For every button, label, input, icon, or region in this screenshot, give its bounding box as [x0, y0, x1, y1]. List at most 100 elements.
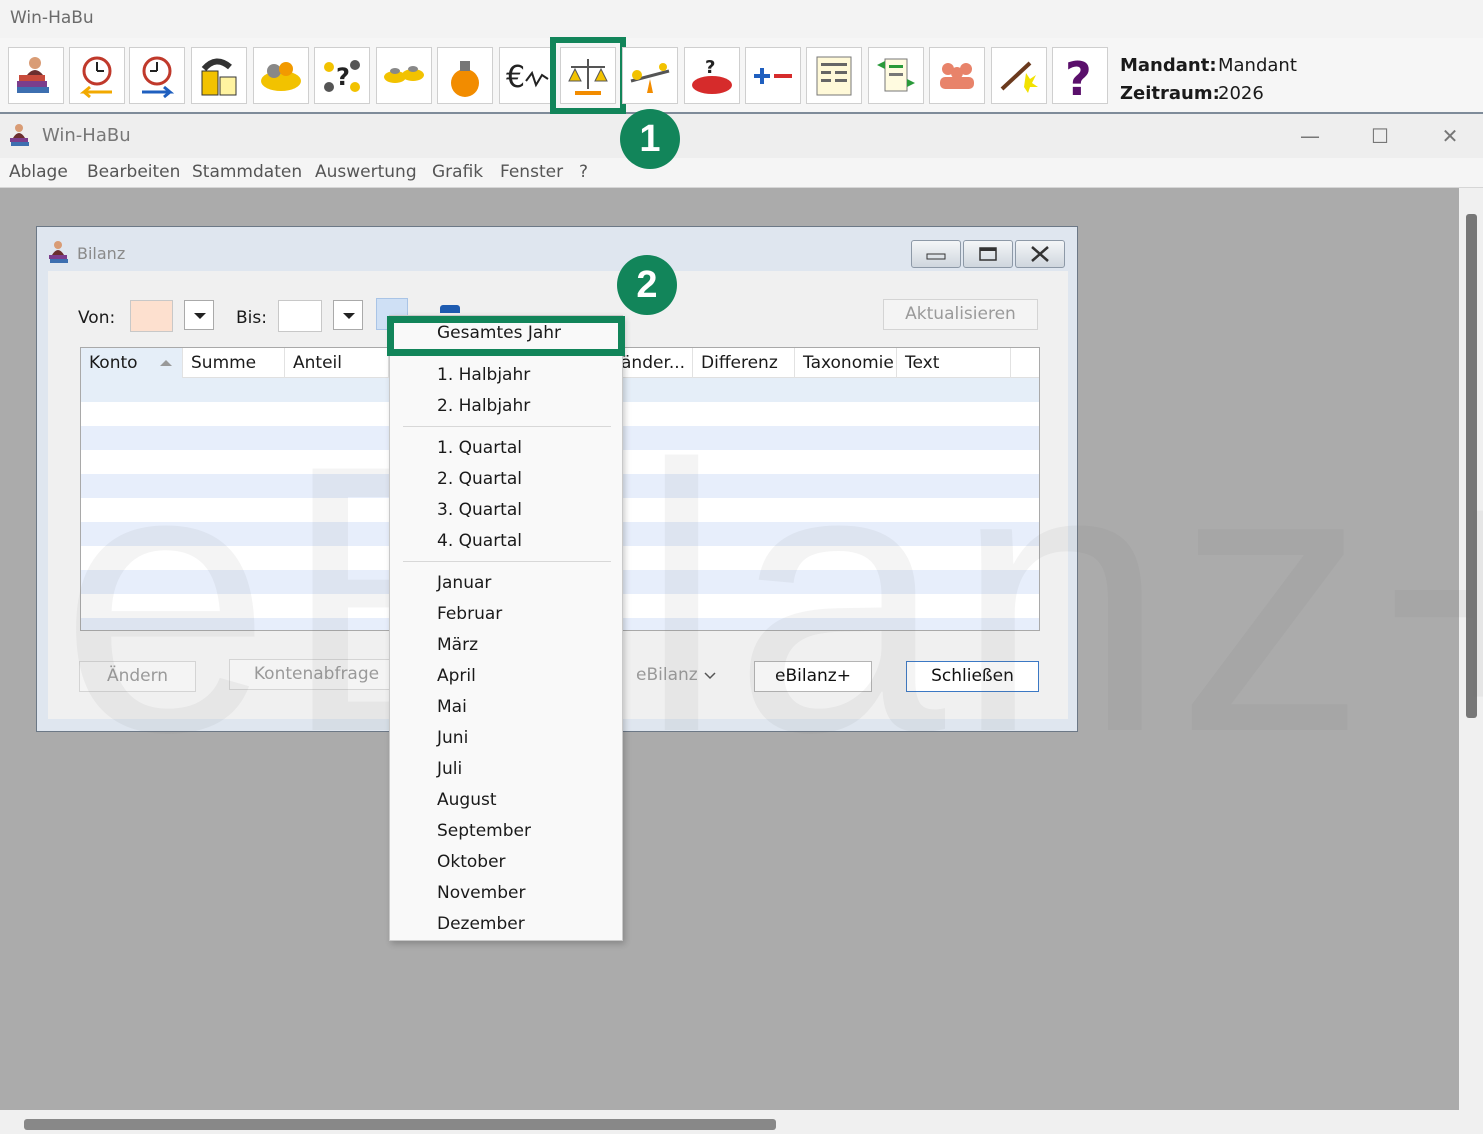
- von-label: Von:: [78, 308, 116, 328]
- help-icon: ?: [1065, 53, 1092, 99]
- menu-item-oktober[interactable]: Oktober: [437, 852, 506, 872]
- horizontal-scroll-thumb[interactable]: [24, 1119, 776, 1130]
- highlight-frame: [387, 316, 625, 356]
- menu-item-halbjahr-1[interactable]: 1. Halbjahr: [437, 365, 530, 385]
- menu-stammdaten[interactable]: Stammdaten: [192, 162, 302, 182]
- menu-item-juli[interactable]: Juli: [437, 759, 462, 779]
- menu-item-januar[interactable]: Januar: [437, 573, 491, 593]
- vertical-scrollbar[interactable]: [1459, 188, 1483, 1110]
- column-header-taxonomie[interactable]: Taxonomie: [795, 348, 897, 378]
- aktualisieren-button[interactable]: Aktualisieren: [883, 299, 1038, 330]
- close-button[interactable]: ✕: [1425, 120, 1475, 152]
- menu-item-november[interactable]: November: [437, 883, 525, 903]
- toolbar-button-13[interactable]: [745, 47, 801, 104]
- toolbar-button-8[interactable]: [437, 47, 493, 104]
- ebilanz-dropdown[interactable]: eBilanz: [624, 661, 724, 692]
- menu-item-maerz[interactable]: März: [437, 635, 478, 655]
- pot-question-icon: ?: [692, 57, 732, 94]
- menu-auswertung[interactable]: Auswertung: [315, 162, 417, 182]
- mandant-label: Mandant:: [1120, 55, 1217, 76]
- toolbar-button-7[interactable]: [376, 47, 432, 104]
- window-title-bar: Win-HaBu — ☐ ✕: [0, 114, 1483, 158]
- menu-item-quartal-4[interactable]: 4. Quartal: [437, 531, 522, 551]
- menu-item-august[interactable]: August: [437, 790, 497, 810]
- toolbar-button-15[interactable]: [868, 47, 924, 104]
- toolbar-button-2[interactable]: [69, 47, 125, 104]
- mandant-value: Mandant: [1218, 55, 1297, 76]
- svg-text:?: ?: [336, 63, 350, 91]
- toolbar-button-bilanz[interactable]: [550, 37, 626, 114]
- people-icon: [940, 62, 974, 89]
- toolbar-button-4[interactable]: [191, 47, 247, 104]
- zeitraum-label: Zeitraum:: [1120, 83, 1220, 104]
- menu-item-september[interactable]: September: [437, 821, 531, 841]
- schliessen-button[interactable]: Schließen: [906, 661, 1039, 692]
- dialog-close-button[interactable]: [1015, 240, 1065, 268]
- menu-ablage[interactable]: Ablage: [9, 162, 68, 182]
- window-title: Win-HaBu: [42, 125, 131, 146]
- column-header-aenderung[interactable]: änder...: [613, 348, 693, 378]
- menu-item-quartal-2[interactable]: 2. Quartal: [437, 469, 522, 489]
- menu-item-februar[interactable]: Februar: [437, 604, 502, 624]
- kontenabfrage-button[interactable]: Kontenabfrage: [229, 659, 404, 690]
- clock-right-arrow-icon: [142, 56, 175, 98]
- horizontal-scrollbar[interactable]: [0, 1110, 1483, 1134]
- menu-grafik[interactable]: Grafik: [432, 162, 483, 182]
- von-dropdown-button[interactable]: [184, 300, 214, 330]
- aendern-button[interactable]: Ändern: [79, 661, 196, 692]
- bis-label: Bis:: [236, 308, 267, 328]
- menu-item-quartal-1[interactable]: 1. Quartal: [437, 438, 522, 458]
- menu-help[interactable]: ?: [579, 162, 588, 182]
- plus-minus-icon: [754, 67, 792, 84]
- column-header-konto[interactable]: Konto: [81, 348, 183, 378]
- minimize-icon: [926, 253, 946, 260]
- toolbar-button-12[interactable]: ?: [684, 47, 740, 104]
- magic-wand-icon: [1000, 61, 1038, 93]
- maximize-button[interactable]: ☐: [1355, 120, 1405, 152]
- vertical-scroll-thumb[interactable]: [1466, 214, 1477, 718]
- dialog-minimize-button[interactable]: [911, 240, 961, 268]
- menu-fenster[interactable]: Fenster: [500, 162, 563, 182]
- ebilanz-plus-button[interactable]: eBilanz+: [754, 661, 872, 692]
- bis-field[interactable]: [278, 300, 322, 332]
- column-header-summe[interactable]: Summe: [183, 348, 285, 378]
- close-icon: [1031, 246, 1049, 262]
- toolbar-button-6[interactable]: ?: [314, 47, 370, 104]
- sort-up-icon: [160, 360, 172, 366]
- toolbar-button-3[interactable]: [129, 47, 185, 104]
- toolbar-button-14[interactable]: [806, 47, 862, 104]
- zeitraum-value: 2026: [1218, 83, 1264, 104]
- menu-bar: Ablage Bearbeiten Stammdaten Auswertung …: [0, 158, 1483, 188]
- menu-item-mai[interactable]: Mai: [437, 697, 467, 717]
- coin-piles-icon: [384, 65, 424, 83]
- document-arrows-icon: [877, 58, 915, 91]
- dialog-title: Bilanz: [77, 244, 126, 263]
- menu-item-april[interactable]: April: [437, 666, 476, 686]
- toolbar-button-16[interactable]: [929, 47, 985, 104]
- app-logo-icon: [10, 124, 29, 146]
- chevron-down-icon: [704, 672, 716, 680]
- toolbar-button-17[interactable]: [991, 47, 1047, 104]
- euro-chart-icon: €: [506, 60, 549, 95]
- menu-item-juni[interactable]: Juni: [437, 728, 468, 748]
- menu-item-quartal-3[interactable]: 3. Quartal: [437, 500, 522, 520]
- report-icon: [816, 56, 852, 95]
- toolbar-button-1[interactable]: [8, 47, 64, 104]
- von-field[interactable]: [130, 300, 173, 332]
- column-header-text[interactable]: Text: [897, 348, 1011, 378]
- toolbar-button-5[interactable]: [253, 47, 309, 104]
- step-badge-1: 1: [620, 109, 680, 169]
- money-bag-icon: [451, 60, 479, 97]
- toolbar-button-11[interactable]: [622, 47, 678, 104]
- period-dropdown-menu: Gesamtes Jahr 1. Halbjahr 2. Halbjahr 1.…: [387, 315, 625, 941]
- menu-item-halbjahr-2[interactable]: 2. Halbjahr: [437, 396, 530, 416]
- menu-item-dezember[interactable]: Dezember: [437, 914, 525, 934]
- column-header-differenz[interactable]: Differenz: [693, 348, 795, 378]
- menu-bearbeiten[interactable]: Bearbeiten: [87, 162, 180, 182]
- bis-dropdown-button[interactable]: [333, 300, 363, 330]
- column-header-anteil[interactable]: Anteil: [285, 348, 389, 378]
- minimize-button[interactable]: —: [1285, 120, 1335, 152]
- toolbar-button-help[interactable]: ?: [1052, 47, 1108, 104]
- dialog-restore-button[interactable]: [963, 240, 1013, 268]
- toolbar-button-9[interactable]: €: [499, 47, 555, 104]
